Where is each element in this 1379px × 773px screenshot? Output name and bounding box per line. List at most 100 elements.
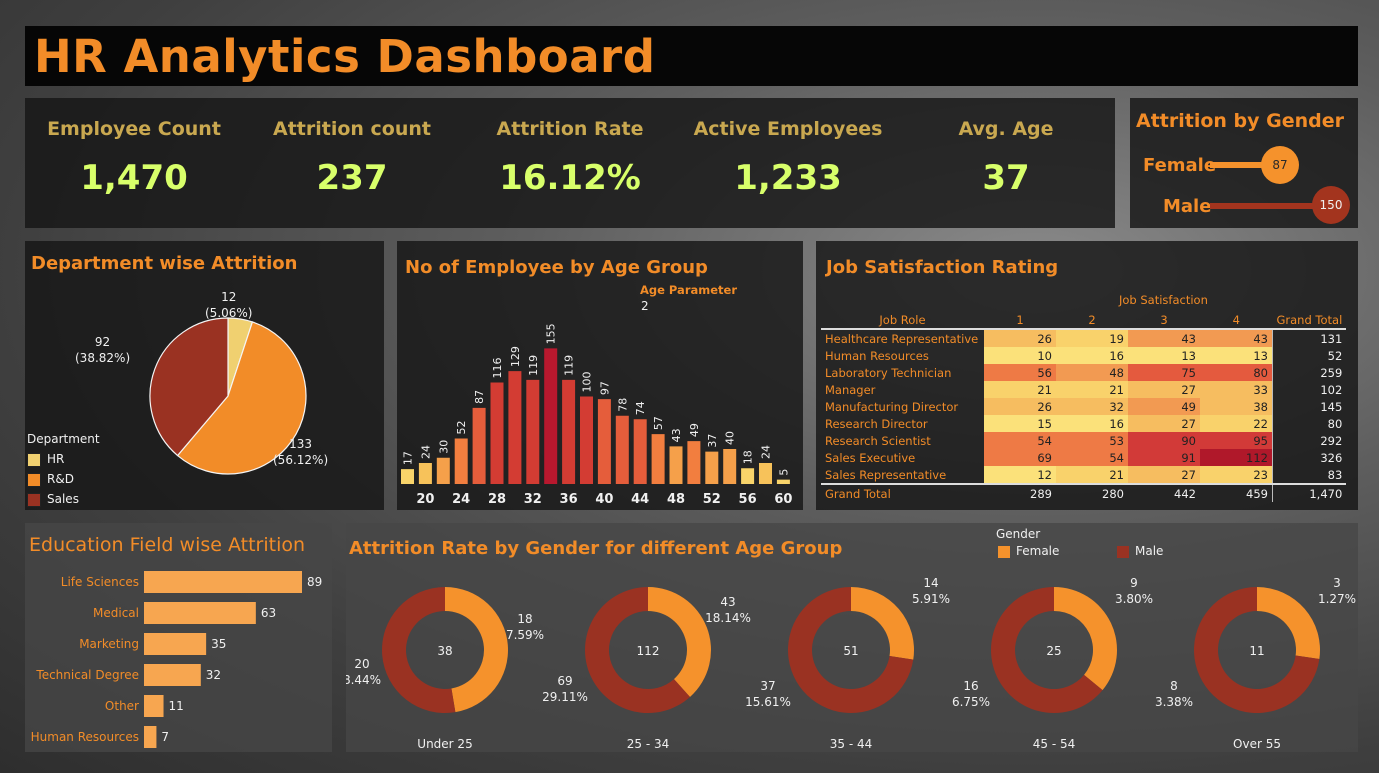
satisfaction-cell[interactable]: 49: [1128, 398, 1200, 415]
satisfaction-cell[interactable]: 32: [1056, 398, 1128, 415]
satisfaction-cell[interactable]: 22: [1200, 415, 1273, 432]
age-bar[interactable]: [615, 415, 629, 484]
satisfaction-cell[interactable]: 21: [1056, 466, 1128, 484]
education-bar[interactable]: [144, 695, 164, 717]
age-bar[interactable]: [687, 441, 701, 484]
donut-slice-female[interactable]: [1257, 587, 1320, 659]
satisfaction-cell[interactable]: 69: [984, 449, 1056, 466]
age-bar[interactable]: [418, 463, 432, 484]
legend-item-sales[interactable]: Sales: [27, 489, 100, 509]
column-header[interactable]: 1: [984, 311, 1056, 330]
age-bar[interactable]: [544, 348, 558, 484]
education-bar[interactable]: [144, 602, 256, 624]
satisfaction-cell[interactable]: 12: [984, 466, 1056, 484]
satisfaction-cell[interactable]: 80: [1200, 364, 1273, 381]
satisfaction-cell[interactable]: 27: [1128, 415, 1200, 432]
column-header[interactable]: 3: [1128, 311, 1200, 330]
satisfaction-cell[interactable]: 27: [1128, 466, 1200, 484]
column-header[interactable]: 4: [1200, 311, 1273, 330]
column-header[interactable]: Job Role: [821, 311, 984, 330]
age-bar[interactable]: [669, 446, 683, 484]
table-row[interactable]: Laboratory Technician 56 48 75 80 259: [821, 364, 1347, 381]
donut-center-total: 51: [843, 644, 858, 658]
age-bar[interactable]: [597, 399, 611, 484]
age-bar[interactable]: [562, 379, 576, 484]
job-role-cell: Sales Representative: [825, 467, 947, 482]
satisfaction-cell[interactable]: 91: [1128, 449, 1200, 466]
satisfaction-cell[interactable]: 48: [1056, 364, 1128, 381]
donut-slice-female[interactable]: [1054, 587, 1117, 691]
satisfaction-cell[interactable]: 26: [984, 329, 1056, 347]
age-bar[interactable]: [472, 407, 486, 484]
table-row[interactable]: Sales Representative 12 21 27 23 83: [821, 466, 1347, 484]
column-header[interactable]: 2: [1056, 311, 1128, 330]
age-bar[interactable]: [401, 469, 414, 484]
satisfaction-cell[interactable]: 90: [1128, 432, 1200, 449]
satisfaction-cell[interactable]: 19: [1056, 329, 1128, 347]
age-bar[interactable]: [436, 457, 450, 484]
legend-item-hr[interactable]: HR: [27, 449, 100, 469]
satisfaction-cell[interactable]: 54: [984, 432, 1056, 449]
table-row[interactable]: Research Director 15 16 27 22 80: [821, 415, 1347, 432]
satisfaction-cell[interactable]: 15: [984, 415, 1056, 432]
education-bar[interactable]: [144, 571, 302, 593]
satisfaction-cell[interactable]: 21: [1056, 381, 1128, 398]
age-bar[interactable]: [759, 463, 772, 484]
x-tick-label: 32: [524, 492, 542, 507]
table-row[interactable]: Manager 21 21 27 33 102: [821, 381, 1347, 398]
age-bar[interactable]: [633, 419, 647, 484]
male-count-label: 20: [354, 657, 369, 671]
bar-value-label: 119: [527, 355, 540, 376]
column-header[interactable]: Grand Total: [1272, 311, 1347, 330]
female-pct-label: 1.27%: [1318, 592, 1356, 606]
table-row[interactable]: Sales Executive 69 54 91 112 326: [821, 449, 1347, 466]
donut-slice-female[interactable]: [648, 587, 711, 697]
age-bar[interactable]: [705, 451, 719, 484]
table-row[interactable]: Healthcare Representative 26 19 43 43 131: [821, 329, 1347, 347]
bar-value-label: 155: [545, 323, 558, 344]
education-bar[interactable]: [144, 664, 201, 686]
satisfaction-cell[interactable]: 43: [1128, 329, 1200, 347]
age-bar[interactable]: [741, 468, 755, 484]
age-bar[interactable]: [651, 434, 665, 484]
satisfaction-cell[interactable]: 54: [1056, 449, 1128, 466]
age-bar[interactable]: [580, 396, 593, 485]
satisfaction-cell[interactable]: 16: [1056, 415, 1128, 432]
gender-bubble-female[interactable]: 87: [1261, 146, 1299, 184]
education-bar[interactable]: [144, 726, 157, 748]
satisfaction-cell[interactable]: 26: [984, 398, 1056, 415]
satisfaction-cell[interactable]: 13: [1128, 347, 1200, 364]
table-row[interactable]: Human Resources 10 16 13 13 52: [821, 347, 1347, 364]
panel-title: Attrition by Gender: [1136, 110, 1345, 132]
satisfaction-cell[interactable]: 112: [1200, 449, 1273, 466]
female-pct-label: 5.91%: [912, 592, 950, 606]
satisfaction-cell[interactable]: 53: [1056, 432, 1128, 449]
satisfaction-cell[interactable]: 75: [1128, 364, 1200, 381]
donut-slice-female[interactable]: [445, 587, 509, 713]
satisfaction-cell[interactable]: 21: [984, 381, 1056, 398]
pie-label-rd: 133 (56.12%): [273, 436, 328, 468]
satisfaction-cell[interactable]: 56: [984, 364, 1056, 381]
age-bar[interactable]: [526, 379, 540, 484]
table-row[interactable]: Manufacturing Director 26 32 49 38 145: [821, 398, 1347, 415]
age-bar[interactable]: [454, 438, 468, 485]
age-bar[interactable]: [723, 449, 737, 484]
satisfaction-cell[interactable]: 95: [1200, 432, 1273, 449]
satisfaction-cell[interactable]: 38: [1200, 398, 1273, 415]
age-bar[interactable]: [776, 479, 790, 484]
satisfaction-cell[interactable]: 23: [1200, 466, 1273, 484]
gender-bubble-male[interactable]: 150: [1312, 186, 1350, 224]
age-bar[interactable]: [490, 382, 504, 485]
satisfaction-cell[interactable]: 16: [1056, 347, 1128, 364]
age-bar[interactable]: [508, 371, 522, 484]
satisfaction-cell[interactable]: 13: [1200, 347, 1273, 364]
donut-slice-female[interactable]: [851, 587, 914, 660]
satisfaction-cell[interactable]: 27: [1128, 381, 1200, 398]
satisfaction-cell[interactable]: 33: [1200, 381, 1273, 398]
pie-label-value: 92: [94, 335, 111, 349]
table-row[interactable]: Research Scientist 54 53 90 95 292: [821, 432, 1347, 449]
education-bar[interactable]: [144, 633, 207, 655]
satisfaction-cell[interactable]: 10: [984, 347, 1056, 364]
satisfaction-cell[interactable]: 43: [1200, 329, 1273, 347]
legend-item-rd[interactable]: R&D: [27, 469, 100, 489]
